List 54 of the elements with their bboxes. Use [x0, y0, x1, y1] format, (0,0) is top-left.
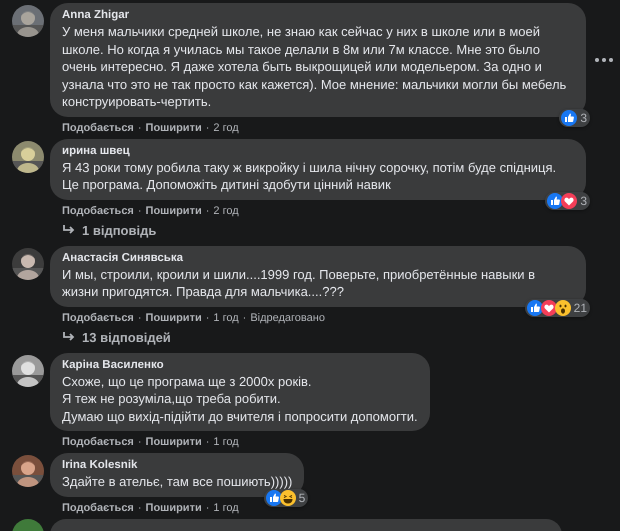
separator-dot: ·: [206, 310, 210, 326]
like-icon: [561, 110, 578, 126]
timestamp[interactable]: 2 год: [213, 120, 239, 136]
comment-text: Схоже, що це програма ще з 2000х років.: [62, 372, 313, 390]
like-link[interactable]: Подобається: [62, 120, 134, 136]
reaction-summary[interactable]: 21: [524, 298, 590, 316]
separator-dot: ·: [206, 120, 210, 136]
timestamp[interactable]: 1 год: [213, 435, 239, 450]
share-link[interactable]: Поширити: [146, 435, 202, 450]
like-icon: [526, 300, 543, 316]
more-options-icon[interactable]: [594, 56, 614, 63]
reaction-summary[interactable]: 5: [264, 488, 308, 506]
share-link[interactable]: Поширити: [146, 310, 202, 326]
separator-dot: ·: [206, 204, 210, 218]
separator-dot: ·: [138, 204, 142, 218]
reaction-summary[interactable]: 3: [559, 108, 590, 126]
separator-dot: ·: [138, 310, 142, 326]
like-link[interactable]: Подобається: [62, 500, 134, 516]
author-name[interactable]: ирина швец: [62, 144, 574, 158]
separator-dot: ·: [138, 500, 142, 516]
like-link[interactable]: Подобається: [62, 435, 134, 450]
author-name[interactable]: Анастасія Синявська: [62, 250, 574, 266]
edited-label: Відредаговано: [250, 310, 325, 326]
comment-text: Я 43 роки тому робила таку ж викройку і шила нічну сорочку, потім буде спідниця. Це програма. Допоможіть дитині здобути цінний навик: [62, 158, 558, 194]
laughing-emoji-icon: [280, 490, 296, 506]
like-icon: [547, 192, 564, 208]
reply-arrow-icon: [62, 224, 76, 236]
timestamp[interactable]: 2 год: [213, 204, 239, 218]
comment-text: Я теж не розуміла,що треба робити.: [62, 390, 282, 408]
surprised-emoji-icon: [554, 300, 571, 316]
separator-dot: ·: [138, 435, 142, 450]
timestamp[interactable]: 1 год: [213, 500, 239, 516]
separator-dot: ·: [206, 500, 210, 516]
comment-text: И мы, строили, кроили и шили....1999 год. Поверьте, приобретённые навыки в жизни пригодятся. Правда для мальчика....???: [62, 266, 536, 300]
author-name[interactable]: Irina Kolesnik: [62, 458, 292, 473]
separator-dot: ·: [138, 120, 142, 136]
share-link[interactable]: Поширити: [146, 120, 202, 136]
author-name[interactable]: Anna Zhigar: [62, 8, 574, 23]
comment-text: Думаю що вихід-підійти до вчителя і попросити допомогти.: [62, 408, 418, 425]
author-name[interactable]: Каріна Василенко: [62, 358, 418, 372]
timestamp[interactable]: 1 год: [213, 310, 239, 326]
separator-dot: ·: [242, 310, 246, 326]
share-link[interactable]: Поширити: [146, 500, 202, 516]
separator-dot: ·: [206, 435, 210, 450]
like-link[interactable]: Подобається: [62, 204, 134, 218]
like-link[interactable]: Подобається: [62, 310, 134, 326]
comment-text: Здайте в ательє, там все пошиють))))): [62, 473, 292, 490]
reaction-summary[interactable]: 3: [545, 192, 590, 210]
replies-link[interactable]: 13 відповідей: [82, 330, 171, 344]
comment-text: У меня мальчики средней школе, не знаю как сейчас у них в школе или в моей школе. Но когда я училась мы такое делали в 8м или 7м классе. Мне это было очень интересно. Я даже хотела быть выкрощицей или модельером. За одно и узнала что это не так просто как кажется). Мое мнение: мальчики могли бы мебель конструировать-чертить.: [62, 23, 568, 110]
like-icon: [266, 490, 282, 506]
reply-arrow-icon: [62, 331, 76, 343]
share-link[interactable]: Поширити: [146, 204, 202, 218]
replies-link[interactable]: 1 відповідь: [82, 222, 156, 238]
